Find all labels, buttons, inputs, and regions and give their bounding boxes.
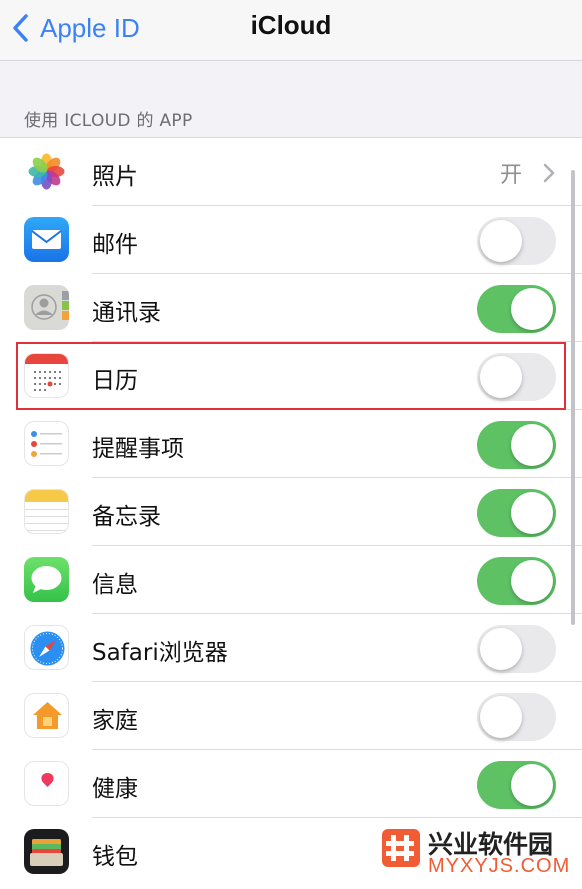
row-label: 健康 [92, 776, 138, 802]
list-row-reminders: 提醒事项 [0, 410, 582, 478]
messages-icon [24, 557, 69, 602]
safari-icon [24, 625, 69, 670]
row-label: 备忘录 [92, 504, 161, 530]
row-label: 信息 [92, 572, 138, 598]
reminders-icon [24, 421, 69, 466]
row-label: Safari浏览器 [92, 640, 228, 666]
list-row-mail: 邮件 [0, 206, 582, 274]
row-label: 家庭 [92, 708, 138, 734]
watermark: 兴业软件园 MYXYJS.COM [378, 823, 582, 888]
row-label: 钱包 [92, 844, 138, 870]
list-row-photos[interactable]: 照片 开 [0, 138, 582, 206]
mail-toggle[interactable] [477, 217, 556, 265]
watermark-logo-icon [382, 829, 420, 867]
notes-toggle[interactable] [477, 489, 556, 537]
chevron-right-icon [543, 163, 555, 183]
row-label: 照片 [92, 164, 138, 190]
app-list: 照片 开 邮件 通讯录 日历 提醒事项 备忘录 信息 Safari浏览器 家庭 … [0, 137, 582, 889]
contacts-icon [24, 285, 69, 330]
watermark-domain: MYXYJS.COM [428, 855, 571, 877]
section-header: 使用 ICLOUD 的 APP [24, 111, 193, 131]
list-row-safari: Safari浏览器 [0, 614, 582, 682]
row-label: 通讯录 [92, 300, 161, 326]
list-row-home: 家庭 [0, 682, 582, 750]
scrollbar[interactable] [571, 170, 575, 625]
health-toggle[interactable] [477, 761, 556, 809]
health-icon [24, 761, 69, 806]
contacts-toggle[interactable] [477, 285, 556, 333]
page-title: iCloud [250, 10, 332, 40]
home-toggle[interactable] [477, 693, 556, 741]
mail-icon [24, 217, 69, 262]
highlight-annotation [16, 342, 566, 410]
row-label: 提醒事项 [92, 436, 184, 462]
wallet-icon [24, 829, 69, 874]
messages-toggle[interactable] [477, 557, 556, 605]
status-value: 开 [500, 163, 523, 188]
safari-toggle[interactable] [477, 625, 556, 673]
list-row-messages: 信息 [0, 546, 582, 614]
list-row-notes: 备忘录 [0, 478, 582, 546]
navigation-bar: Apple ID iCloud [0, 0, 582, 61]
home-icon [24, 693, 69, 738]
list-row-contacts: 通讯录 [0, 274, 582, 342]
notes-icon [24, 489, 69, 534]
list-row-health: 健康 [0, 750, 582, 818]
row-label: 邮件 [92, 232, 138, 258]
reminders-toggle[interactable] [477, 421, 556, 469]
photos-icon [24, 149, 69, 194]
